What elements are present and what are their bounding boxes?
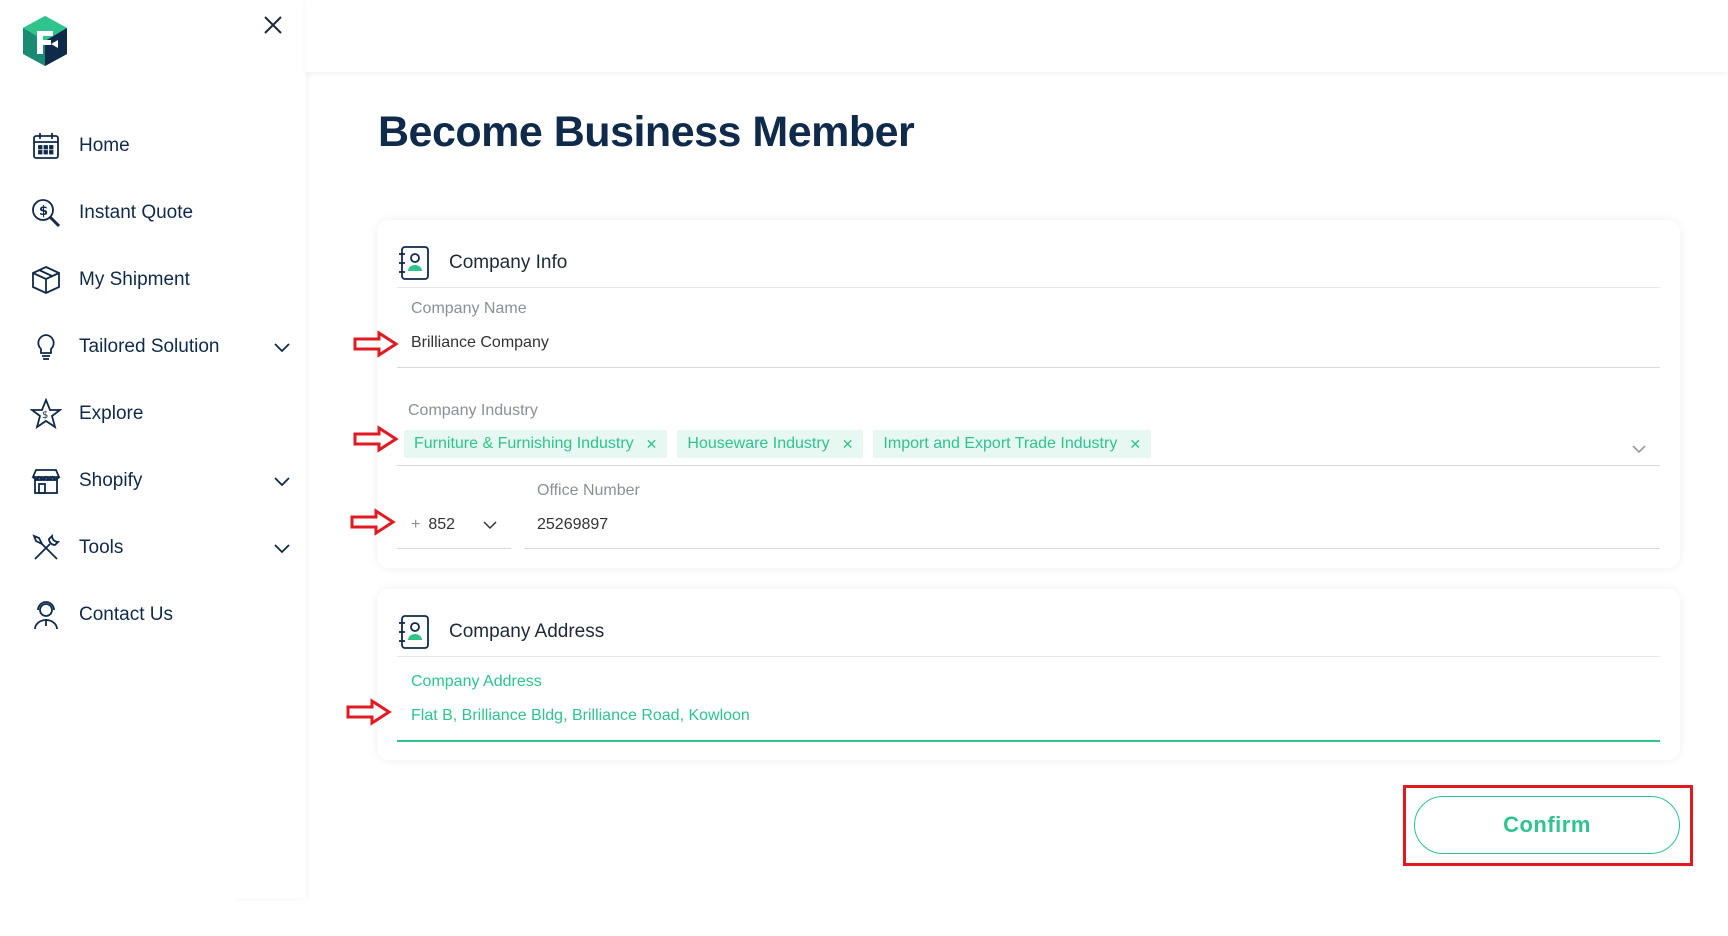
industry-tag: Houseware Industry ✕	[677, 430, 864, 458]
sidebar-item-my-shipment[interactable]: My Shipment	[0, 246, 306, 313]
star-dollar-icon: $	[30, 397, 62, 430]
company-address-input[interactable]: Flat B, Brilliance Bldg, Brilliance Road…	[411, 707, 1651, 731]
annotation-arrow-icon	[353, 330, 399, 358]
calendar-icon	[30, 130, 62, 162]
lightbulb-icon	[30, 331, 62, 363]
dollar-search-icon: $	[30, 197, 62, 229]
chevron-down-icon[interactable]	[272, 471, 292, 491]
sidebar-item-label: Contact Us	[79, 603, 173, 625]
sidebar-item-shopify[interactable]: Shopify	[0, 447, 306, 514]
close-sidebar-button[interactable]	[258, 10, 288, 40]
sidebar-item-explore[interactable]: $ Explore	[0, 380, 306, 447]
sidebar-item-label: Explore	[79, 402, 144, 424]
sidebar-item-tailored-solution[interactable]: Tailored Solution	[0, 313, 306, 380]
divider	[524, 548, 1660, 549]
tools-icon	[30, 532, 62, 564]
company-info-card: Company Info Company Name Brilliance Com…	[377, 220, 1680, 568]
chevron-down-icon[interactable]	[1630, 440, 1648, 458]
sidebar-item-label: Home	[79, 134, 130, 156]
office-number-input[interactable]: 25269897	[537, 516, 1647, 540]
sidebar-item-label: Tools	[79, 536, 124, 558]
svg-text:$: $	[39, 204, 48, 219]
industry-tag: Import and Export Trade Industry ✕	[873, 430, 1152, 458]
company-address-card: Company Address Company Address Flat B, …	[377, 589, 1680, 760]
sidebar-footer	[0, 898, 236, 936]
svg-text:$: $	[42, 410, 48, 421]
tag-label: Furniture & Furnishing Industry	[414, 435, 634, 452]
sidebar-item-tools[interactable]: Tools	[0, 514, 306, 581]
company-industry-label: Company Industry	[408, 402, 538, 419]
chevron-down-icon[interactable]	[272, 337, 292, 357]
tag-remove-icon[interactable]: ✕	[1129, 436, 1141, 453]
company-info-header: Company Info	[397, 238, 1660, 288]
sidebar-item-label: My Shipment	[79, 268, 190, 290]
divider	[397, 548, 511, 549]
tag-label: Import and Export Trade Industry	[883, 435, 1118, 452]
box-icon	[30, 264, 62, 296]
divider-active	[397, 740, 1660, 742]
top-bar	[306, 0, 1728, 72]
annotation-arrow-icon	[353, 425, 399, 453]
company-info-title: Company Info	[449, 251, 568, 273]
company-address-field: Company Address	[411, 673, 542, 691]
sidebar-item-contact-us[interactable]: Contact Us	[0, 581, 306, 648]
divider	[397, 367, 1660, 368]
chevron-down-icon[interactable]	[272, 538, 292, 558]
tag-label: Houseware Industry	[687, 435, 830, 452]
contact-book-icon	[399, 245, 429, 280]
sidebar-item-label: Instant Quote	[79, 201, 194, 223]
divider	[397, 465, 1660, 466]
company-industry-select[interactable]: Furniture & Furnishing Industry ✕ Housewa…	[404, 430, 1161, 458]
tag-remove-icon[interactable]: ✕	[842, 436, 854, 453]
industry-tag: Furniture & Furnishing Industry ✕	[404, 430, 668, 458]
office-number-field: Office Number	[537, 482, 640, 500]
company-address-label: Company Address	[411, 673, 542, 690]
page-title: Become Business Member	[378, 108, 915, 156]
sidebar-item-instant-quote[interactable]: $ Instant Quote	[0, 179, 306, 246]
tag-remove-icon[interactable]: ✕	[646, 436, 658, 453]
company-address-header: Company Address	[397, 607, 1660, 657]
company-address-title: Company Address	[449, 620, 605, 642]
sidebar-item-home[interactable]: Home	[0, 112, 306, 179]
annotation-arrow-icon	[346, 698, 392, 726]
office-number-label: Office Number	[537, 482, 640, 499]
company-name-input[interactable]: Brilliance Company	[411, 334, 1651, 358]
contact-book-icon	[399, 614, 429, 649]
brand-logo-icon[interactable]	[20, 14, 70, 68]
sidebar-nav: Home $ Instant Quote My Shipment Tailore…	[0, 112, 306, 648]
annotation-arrow-icon	[350, 508, 396, 536]
sidebar-item-label: Shopify	[79, 469, 143, 491]
plus-sign: +	[411, 516, 421, 533]
chevron-down-icon	[483, 521, 497, 530]
support-agent-icon	[30, 599, 62, 631]
close-icon	[264, 16, 282, 34]
sidebar: Home $ Instant Quote My Shipment Tailore…	[0, 0, 306, 898]
store-icon	[30, 465, 62, 497]
country-code-select[interactable]: + 852	[411, 516, 499, 534]
company-name-field: Company Name	[411, 300, 527, 318]
sidebar-item-label: Tailored Solution	[79, 335, 220, 357]
company-name-label: Company Name	[411, 300, 527, 317]
country-code-value: 852	[428, 516, 456, 533]
confirm-button[interactable]: Confirm	[1414, 796, 1680, 854]
company-industry-field: Company Industry	[408, 402, 538, 420]
